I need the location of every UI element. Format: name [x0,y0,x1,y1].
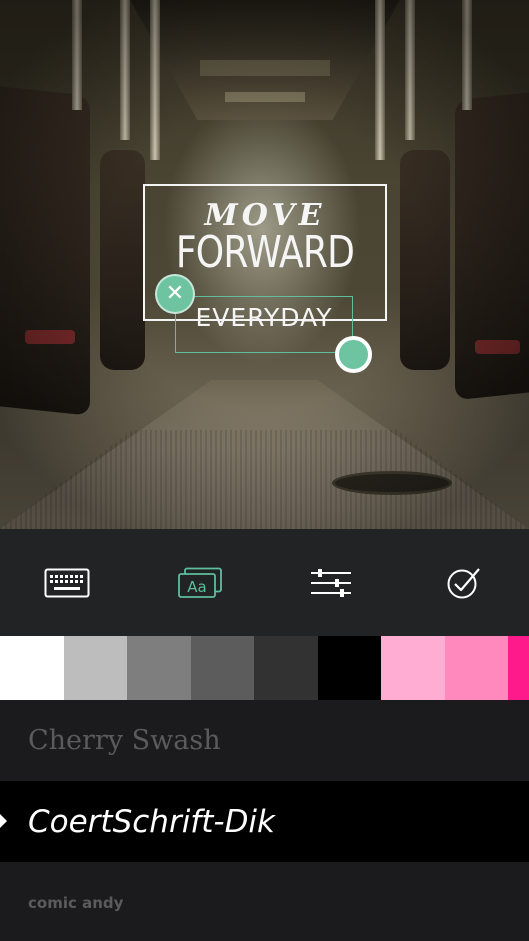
svg-text:Aa: Aa [187,578,206,596]
resize-handle[interactable] [335,336,372,373]
delete-text-button[interactable]: ✕ [155,274,195,314]
font-style-icon: Aa [178,567,222,598]
done-button[interactable] [424,529,504,636]
color-swatch[interactable] [254,636,318,700]
close-icon: ✕ [165,281,185,306]
keyboard-button[interactable] [27,529,107,636]
color-swatch[interactable] [63,636,127,700]
color-palette[interactable] [0,636,529,700]
quote-line-forward[interactable]: FORWARD [165,227,365,278]
font-label: CoertSchrift-Dik [28,803,276,840]
color-swatch[interactable] [444,636,508,700]
color-swatch[interactable] [127,636,191,700]
keyboard-icon [44,568,90,597]
font-item-cherry-swash[interactable]: Cherry Swash [0,700,529,781]
font-style-button[interactable]: Aa [160,529,240,636]
font-label: comic andy [28,893,124,912]
editor-toolbar: Aa [0,529,529,636]
color-swatch[interactable] [381,636,445,700]
color-swatch[interactable] [317,636,381,700]
photo-canvas[interactable]: MOVE FORWARD EVERYDAY ✕ [0,0,529,529]
adjustments-button[interactable] [291,529,371,636]
font-item-coertschrift-dik[interactable]: CoertSchrift-Dik [0,781,529,862]
color-swatch[interactable] [0,636,64,700]
checkmark-icon [447,567,480,598]
quote-line-everyday[interactable]: EVERYDAY [175,303,353,332]
sliders-icon [311,568,351,597]
font-item-comic-andy[interactable]: comic andy [0,862,529,941]
font-label: Cherry Swash [28,725,221,756]
color-swatch[interactable] [508,636,529,700]
color-swatch[interactable] [190,636,254,700]
selected-indicator-icon [0,814,7,828]
font-list[interactable]: Cherry Swash CoertSchrift-Dik comic andy [0,700,529,941]
